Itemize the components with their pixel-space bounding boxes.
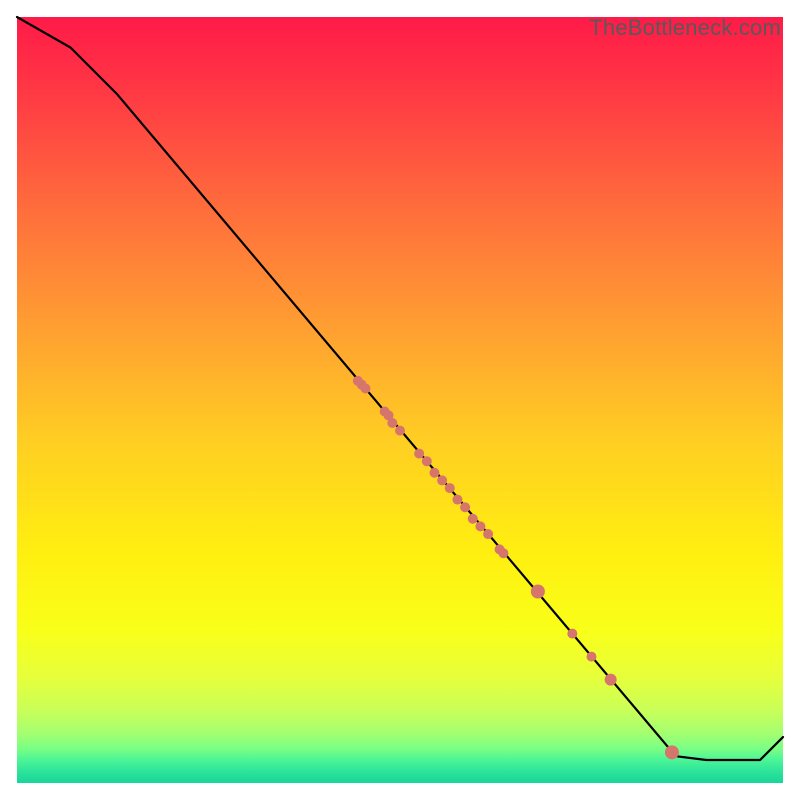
- chart-canvas: TheBottleneck.com: [0, 0, 800, 800]
- data-point: [586, 652, 596, 662]
- data-point: [605, 674, 617, 686]
- chart-overlay: [17, 17, 783, 783]
- plot-area: TheBottleneck.com: [17, 17, 783, 783]
- data-point: [468, 514, 478, 524]
- data-point: [567, 629, 577, 639]
- data-point: [395, 426, 405, 436]
- data-point: [475, 521, 485, 531]
- data-point: [437, 475, 447, 485]
- data-point: [429, 468, 439, 478]
- data-point: [422, 456, 432, 466]
- data-point: [460, 502, 470, 512]
- data-point: [665, 745, 679, 759]
- data-point: [361, 384, 371, 394]
- data-point: [531, 584, 545, 598]
- curve-line: [17, 17, 783, 760]
- data-point: [483, 529, 493, 539]
- data-point: [498, 548, 508, 558]
- data-point: [445, 483, 455, 493]
- data-point: [414, 449, 424, 459]
- data-point: [387, 418, 397, 428]
- data-point: [452, 495, 462, 505]
